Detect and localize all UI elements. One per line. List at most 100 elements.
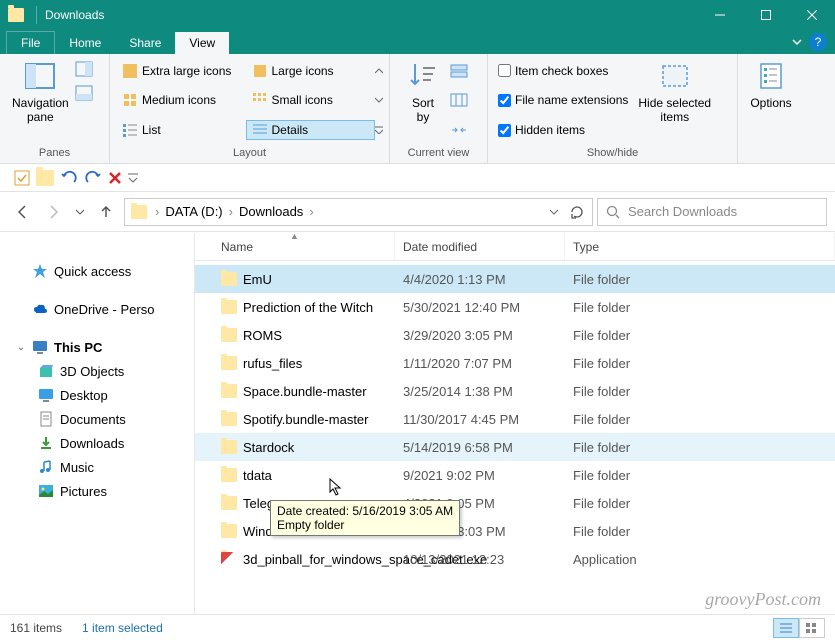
table-row[interactable]: Space.bundle-master3/25/2014 1:38 PMFile… [195,377,835,405]
layout-scroll-up-icon[interactable] [375,67,383,75]
folder-icon [221,328,237,342]
tab-view[interactable]: View [175,32,229,54]
forward-button[interactable] [40,198,68,226]
add-columns-icon[interactable] [450,93,468,107]
search-placeholder: Search Downloads [628,204,737,219]
tree-item[interactable]: Documents [38,407,194,431]
titlebar-divider [36,6,37,24]
folder-icon [221,440,237,454]
file-extensions-toggle[interactable]: File name extensions [494,91,632,109]
table-row[interactable]: EmU4/4/2020 1:13 PMFile folder [195,265,835,293]
close-button[interactable] [789,0,835,30]
col-name[interactable]: Name▲ [195,233,395,260]
maximize-button[interactable] [743,0,789,30]
tree-item[interactable]: 3D Objects [38,359,194,383]
tree-item[interactable]: Pictures [38,479,194,503]
qat-delete-icon[interactable] [108,171,122,185]
options-button[interactable]: Options [744,56,798,145]
table-row[interactable]: Stardock5/14/2019 6:58 PMFile folder [195,433,835,461]
table-row[interactable]: ROMS3/29/2020 3:05 PMFile folder [195,321,835,349]
breadcrumb-folder[interactable]: Downloads [239,204,303,219]
item-check-boxes-toggle[interactable]: Item check boxes [494,62,632,80]
qat-new-folder-icon[interactable] [36,170,54,186]
size-columns-icon[interactable] [450,123,468,137]
group-by-icon[interactable] [450,64,468,78]
address-dropdown-icon[interactable] [548,206,560,218]
navbar: › DATA (D:) › Downloads › Search Downloa… [0,192,835,232]
back-button[interactable] [8,198,36,226]
watermark: groovyPost.com [705,589,821,610]
sort-by-button[interactable]: Sort by [396,56,450,145]
folder-icon [221,468,237,482]
breadcrumb-chevron-icon[interactable]: › [225,204,237,219]
address-folder-icon [131,205,147,219]
qat-undo-icon[interactable] [60,170,78,186]
layout-more-icon[interactable] [375,126,383,134]
view-icons-toggle[interactable] [799,618,825,638]
breadcrumb-chevron-icon[interactable]: › [305,204,317,219]
minimize-button[interactable] [697,0,743,30]
view-list[interactable]: List [116,120,246,140]
qat-customize-icon[interactable] [128,171,138,185]
tree-item[interactable]: Desktop [38,383,194,407]
tree-item[interactable]: Music [38,455,194,479]
breadcrumb-drive[interactable]: DATA (D:) [165,204,222,219]
qat-properties-icon[interactable] [14,170,30,186]
view-large-icons[interactable]: Large icons [246,61,376,81]
ribbon: Navigation pane Panes Extra large icons … [0,54,835,164]
quick-access-toolbar [0,164,835,192]
view-details[interactable]: Details [246,120,376,140]
table-row[interactable]: rufus_files1/11/2020 7:07 PMFile folder [195,349,835,377]
folder-icon [221,412,237,426]
folder-icon [221,496,237,510]
table-row[interactable]: Prediction of the Witch5/30/2021 12:40 P… [195,293,835,321]
tree-item[interactable]: Downloads [38,431,194,455]
folder-icon [221,524,237,538]
view-extra-large-icons[interactable]: Extra large icons [116,61,246,81]
column-headers: Name▲ Date modified Type [195,233,835,261]
view-medium-icons[interactable]: Medium icons [116,90,246,110]
nav-tree: Quick access OneDrive - Perso ⌄This PC 3… [0,233,195,614]
table-row[interactable]: tdata9/2021 9:02 PMFile folder [195,461,835,489]
tab-file[interactable]: File [6,31,55,54]
table-row[interactable]: Spotify.bundle-master11/30/2017 4:45 PMF… [195,405,835,433]
search-box[interactable]: Search Downloads [597,198,827,226]
folder-icon [221,356,237,370]
tab-home[interactable]: Home [55,32,115,54]
table-row[interactable]: 3d_pinball_for_windows_space_cadet.exe10… [195,545,835,573]
help-button[interactable]: ? [809,33,827,51]
up-button[interactable] [92,198,120,226]
col-type[interactable]: Type [565,233,835,260]
view-small-icons[interactable]: Small icons [246,90,376,110]
tree-quick-access[interactable]: Quick access [16,259,194,283]
recent-locations-button[interactable] [72,198,88,226]
app-folder-icon [8,8,24,22]
sort-asc-icon: ▲ [290,232,299,241]
ribbon-tabs: File Home Share View ? [0,30,835,54]
col-date[interactable]: Date modified [395,233,565,260]
refresh-button[interactable] [568,204,588,220]
details-pane-icon[interactable] [75,84,93,102]
breadcrumb-chevron-icon[interactable]: › [151,204,163,219]
search-icon [606,205,620,219]
status-count: 161 items [10,621,62,635]
options-icon [755,60,787,92]
hidden-items-toggle[interactable]: Hidden items [494,121,632,139]
hide-icon [659,60,691,92]
navigation-pane-icon [24,60,56,92]
folder-icon [221,552,237,566]
navigation-pane-button[interactable]: Navigation pane [6,56,75,145]
qat-redo-icon[interactable] [84,170,102,186]
preview-pane-icon[interactable] [75,60,93,78]
tooltip: Date created: 5/16/2019 3:05 AM Empty fo… [270,500,460,536]
layout-scroll-down-icon[interactable] [375,96,383,104]
address-bar[interactable]: › DATA (D:) › Downloads › [124,198,593,226]
tab-share[interactable]: Share [115,32,175,54]
hide-selected-button[interactable]: Hide selected items [632,56,717,145]
titlebar: Downloads [0,0,835,30]
tree-this-pc[interactable]: ⌄This PC [16,335,194,359]
window-title: Downloads [41,8,697,22]
ribbon-expand-icon[interactable] [791,36,803,48]
view-details-toggle[interactable] [773,618,799,638]
tree-onedrive[interactable]: OneDrive - Perso [16,297,194,321]
